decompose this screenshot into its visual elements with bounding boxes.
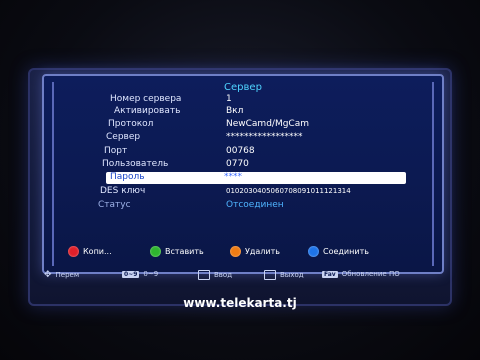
password-value: **** — [224, 172, 242, 182]
fav-key-icon: Fav — [322, 270, 338, 278]
orange-dot-icon — [230, 246, 241, 257]
server-label: Сервер — [106, 132, 141, 142]
green-dot-icon — [150, 246, 161, 257]
user-label: Пользователь — [102, 159, 169, 169]
user-value: 0770 — [226, 159, 249, 169]
server-value: ***************** — [226, 132, 303, 142]
help-enter: Ввод — [198, 270, 232, 280]
row-server-number[interactable]: Номер сервера 1 — [44, 94, 442, 106]
help-enter-label: Ввод — [214, 271, 233, 279]
help-numeric: 0~9 0~9 — [122, 270, 158, 278]
help-update: Fav Обновление ПО — [322, 270, 400, 278]
server-number-label: Номер сервера — [110, 94, 182, 104]
connect-button-label: Соединить — [323, 247, 369, 256]
help-exit: Выход — [264, 270, 304, 280]
paste-button-label: Вставить — [165, 247, 204, 256]
copy-button[interactable]: Копи... — [68, 246, 112, 257]
protocol-value: NewCamd/MgCam — [226, 119, 309, 129]
status-label: Статус — [98, 200, 131, 210]
delete-button[interactable]: Удалить — [230, 246, 280, 257]
des-key-value: 0102030405060708091011121314 — [226, 187, 351, 195]
status-value: Отсоединен — [226, 200, 284, 210]
port-value: 00768 — [226, 146, 255, 156]
server-number-value: 1 — [226, 94, 232, 104]
activate-value: Вкл — [226, 106, 244, 116]
row-activate[interactable]: Активировать Вкл — [44, 106, 442, 118]
help-move-label: Перем — [55, 271, 80, 279]
help-move: ✥ Перем — [44, 270, 79, 280]
row-protocol[interactable]: Протокол NewCamd/MgCam — [44, 119, 442, 131]
exit-icon — [264, 270, 276, 280]
des-key-label: DES ключ — [100, 186, 146, 196]
help-update-label: Обновление ПО — [341, 270, 400, 278]
numeric-keys-icon: 0~9 — [122, 270, 140, 278]
row-password-selected[interactable]: Пароль **** — [106, 172, 406, 184]
color-button-bar: Копи... Вставить Удалить Соединить — [54, 244, 436, 262]
row-status: Статус Отсоединен — [44, 200, 442, 212]
page-title: Сервер — [224, 82, 262, 93]
connect-button[interactable]: Соединить — [308, 246, 369, 257]
move-arrows-icon: ✥ — [44, 270, 52, 280]
row-des-key[interactable]: DES ключ 0102030405060708091011121314 — [44, 186, 442, 198]
delete-button-label: Удалить — [245, 247, 280, 256]
help-exit-label: Выход — [280, 271, 304, 279]
enter-icon — [198, 270, 210, 280]
help-numeric-label: 0~9 — [143, 270, 159, 278]
help-bar: ✥ Перем 0~9 0~9 Ввод Выход Fav Обновлени… — [40, 268, 440, 284]
password-label: Пароль — [110, 172, 145, 182]
row-port[interactable]: Порт 00768 — [44, 146, 442, 158]
row-server[interactable]: Сервер ***************** — [44, 132, 442, 144]
paste-button[interactable]: Вставить — [150, 246, 204, 257]
port-label: Порт — [104, 146, 128, 156]
red-dot-icon — [68, 246, 79, 257]
row-user[interactable]: Пользователь 0770 — [44, 159, 442, 171]
watermark-url: www.telekarta.tj — [183, 296, 297, 310]
activate-label: Активировать — [114, 106, 181, 116]
copy-button-label: Копи... — [83, 247, 112, 256]
protocol-label: Протокол — [108, 119, 154, 129]
blue-dot-icon — [308, 246, 319, 257]
